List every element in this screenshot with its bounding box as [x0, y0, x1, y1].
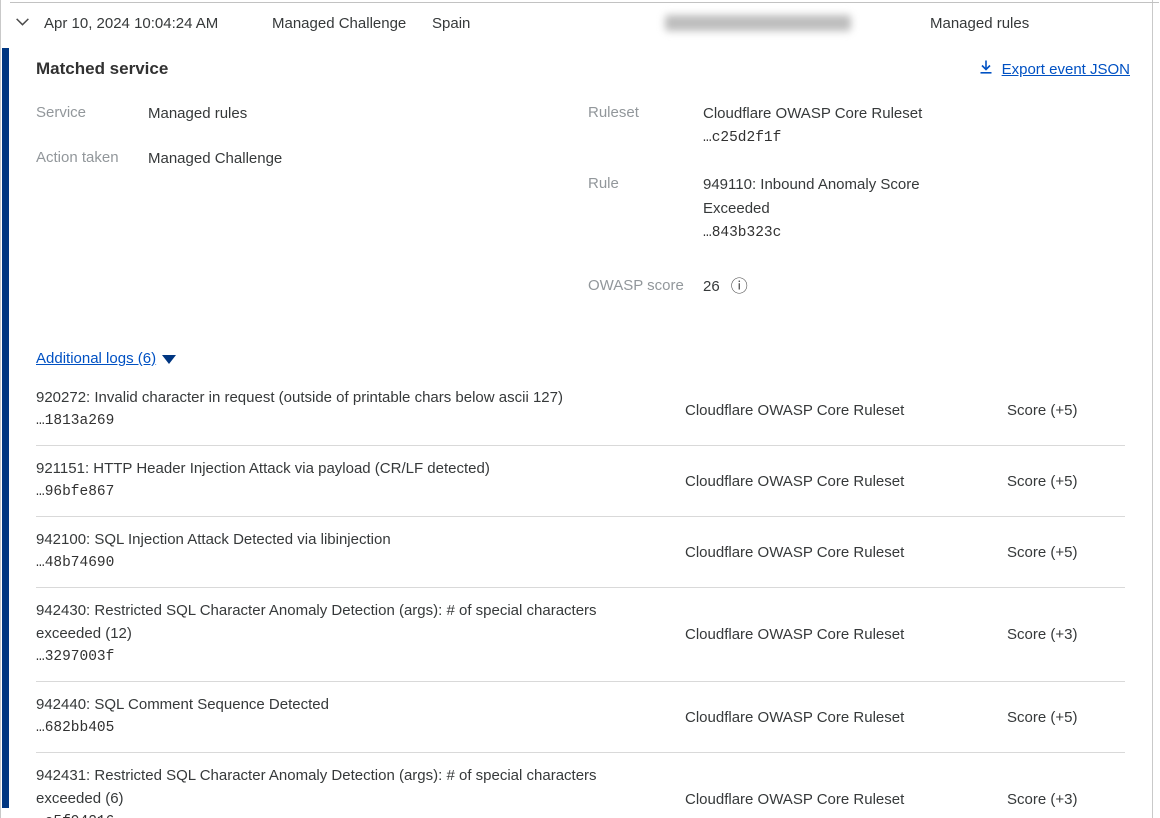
service-value: Managed rules [148, 102, 247, 126]
owasp-score-label: OWASP score [588, 275, 703, 297]
rule-value: 949110: Inbound Anomaly Score Exceeded [703, 173, 943, 221]
log-score: Score (+3) [983, 626, 1125, 643]
log-score: Score (+5) [983, 544, 1125, 561]
log-ruleset: Cloudflare OWASP Core Ruleset [661, 626, 983, 643]
event-action: Managed Challenge [272, 15, 432, 32]
ruleset-label: Ruleset [588, 102, 703, 151]
log-rule-hash: …96bfe867 [36, 480, 661, 505]
additional-logs-toggle[interactable]: Additional logs (6) [36, 350, 1160, 367]
log-rule-title: 920272: Invalid character in request (ou… [36, 386, 661, 409]
panel-left-border [0, 0, 1, 818]
event-country: Spain [432, 15, 665, 32]
log-ruleset: Cloudflare OWASP Core Ruleset [661, 473, 983, 490]
info-icon[interactable]: ⓘ [731, 278, 748, 295]
log-rule-hash: …48b74690 [36, 551, 661, 576]
export-event-json-link[interactable]: Export event JSON [978, 59, 1130, 79]
panel-right-border [1152, 0, 1153, 818]
log-score: Score (+5) [983, 709, 1125, 726]
ruleset-id-hash: …c25d2f1f [703, 126, 922, 151]
owasp-score-field: OWASP score 26 ⓘ [588, 275, 1160, 297]
log-rule-title: 942430: Restricted SQL Character Anomaly… [36, 599, 661, 645]
download-icon [978, 59, 994, 79]
redacted-host-value [665, 15, 851, 31]
panel-top-border [10, 2, 1159, 3]
log-score: Score (+3) [983, 791, 1125, 808]
export-event-json-label: Export event JSON [1002, 61, 1130, 78]
event-service: Managed rules [930, 15, 1029, 32]
service-field: Service Managed rules [36, 102, 588, 126]
log-rule-title: 942440: SQL Comment Sequence Detected [36, 693, 661, 716]
owasp-score-value: 26 [703, 278, 720, 295]
additional-logs-label: Additional logs (6) [36, 350, 156, 367]
log-ruleset: Cloudflare OWASP Core Ruleset [661, 791, 983, 808]
action-taken-label: Action taken [36, 147, 148, 171]
log-ruleset: Cloudflare OWASP Core Ruleset [661, 402, 983, 419]
log-row: 920272: Invalid character in request (ou… [36, 375, 1125, 446]
ruleset-field: Ruleset Cloudflare OWASP Core Ruleset …c… [588, 102, 1160, 151]
event-timestamp: Apr 10, 2024 10:04:24 AM [44, 15, 272, 32]
log-row: 942440: SQL Comment Sequence Detected …6… [36, 682, 1125, 753]
event-detail-panel: Apr 10, 2024 10:04:24 AM Managed Challen… [0, 0, 1160, 818]
matched-service-heading: Matched service [36, 59, 168, 79]
event-summary-row[interactable]: Apr 10, 2024 10:04:24 AM Managed Challen… [0, 0, 1160, 46]
collapse-row-button[interactable] [14, 13, 44, 34]
chevron-down-icon [14, 13, 31, 34]
additional-logs-table: 920272: Invalid character in request (ou… [36, 375, 1125, 818]
log-rule-hash: …e5f94216 [36, 810, 661, 818]
service-label: Service [36, 102, 148, 126]
action-taken-value: Managed Challenge [148, 147, 282, 171]
log-row: 942430: Restricted SQL Character Anomaly… [36, 588, 1125, 682]
log-rule-hash: …1813a269 [36, 409, 661, 434]
log-ruleset: Cloudflare OWASP Core Ruleset [661, 709, 983, 726]
ruleset-value: Cloudflare OWASP Core Ruleset [703, 102, 922, 126]
log-rule-hash: …3297003f [36, 645, 661, 670]
rule-label: Rule [588, 173, 703, 246]
log-ruleset: Cloudflare OWASP Core Ruleset [661, 544, 983, 561]
rule-id-hash: …843b323c [703, 221, 943, 246]
log-rule-hash: …682bb405 [36, 716, 661, 741]
log-row: 921151: HTTP Header Injection Attack via… [36, 446, 1125, 517]
log-rule-title: 942431: Restricted SQL Character Anomaly… [36, 764, 661, 810]
log-row: 942100: SQL Injection Attack Detected vi… [36, 517, 1125, 588]
log-rule-title: 942100: SQL Injection Attack Detected vi… [36, 528, 661, 551]
log-row: 942431: Restricted SQL Character Anomaly… [36, 753, 1125, 818]
log-score: Score (+5) [983, 473, 1125, 490]
expanded-row-indicator-bar [2, 48, 9, 808]
rule-field: Rule 949110: Inbound Anomaly Score Excee… [588, 173, 1160, 246]
log-score: Score (+5) [983, 402, 1125, 419]
action-taken-field: Action taken Managed Challenge [36, 147, 588, 171]
log-rule-title: 921151: HTTP Header Injection Attack via… [36, 457, 661, 480]
triangle-down-icon [162, 355, 176, 364]
